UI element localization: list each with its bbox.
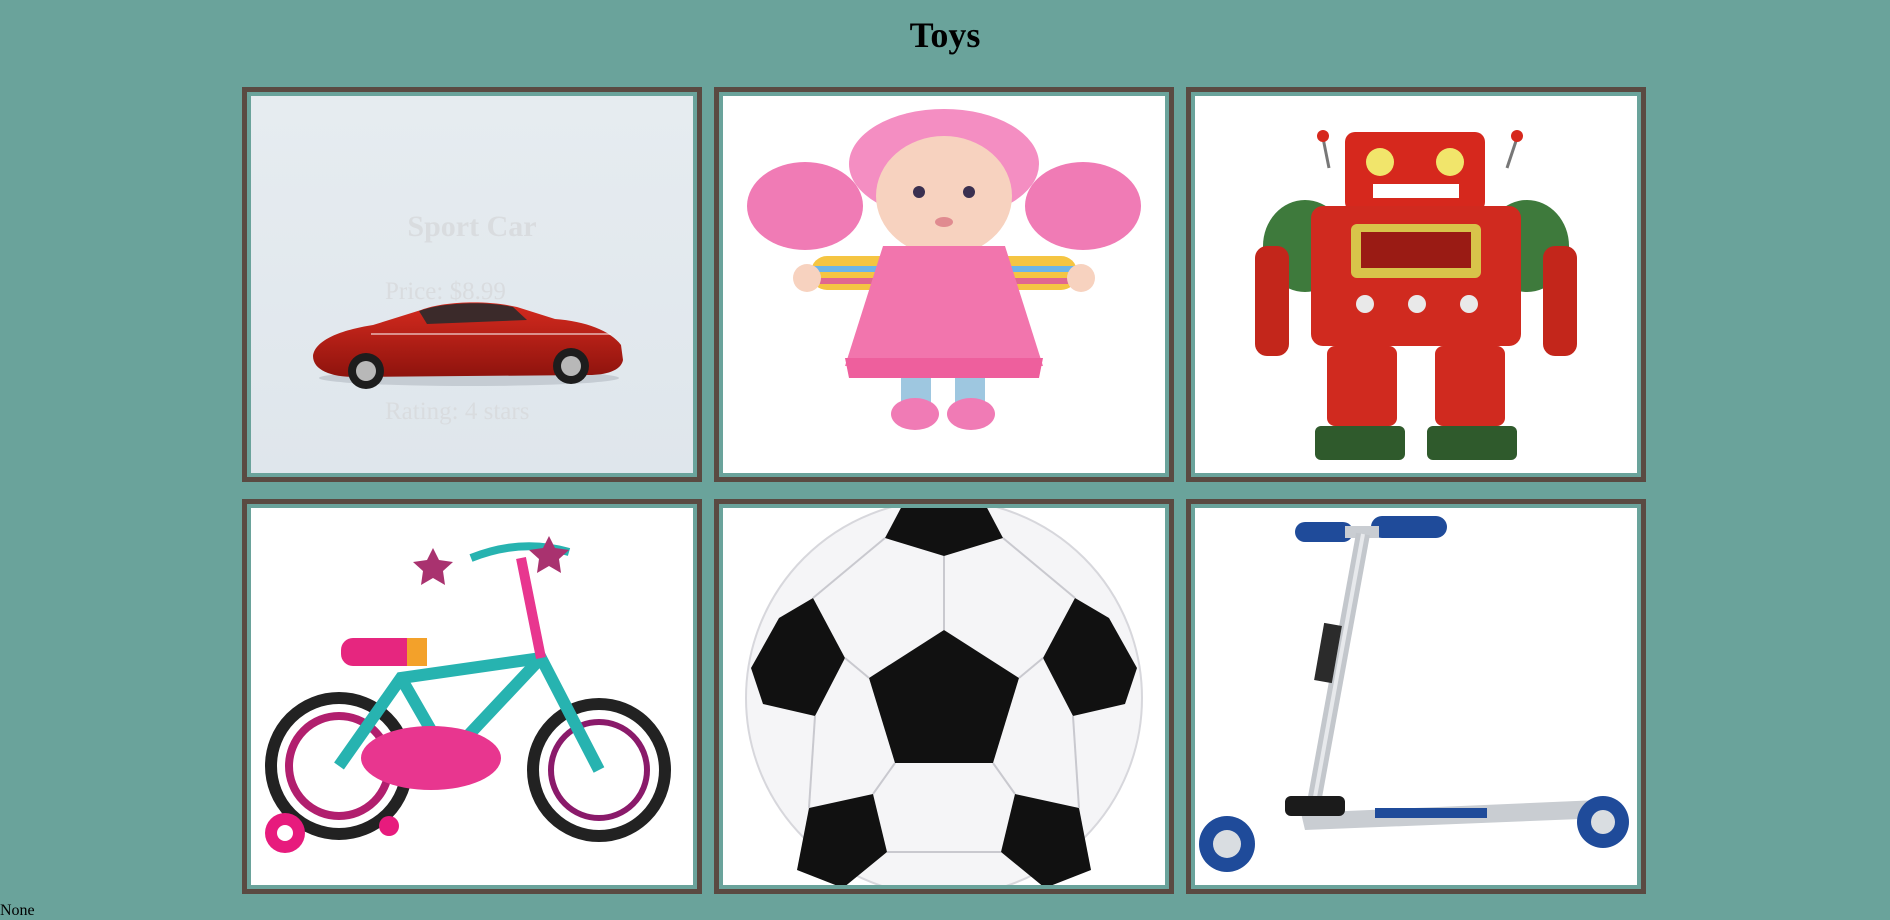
kids-bicycle-image xyxy=(251,508,693,885)
toy-name: Sport Car xyxy=(407,210,537,243)
pink-doll-image xyxy=(723,96,1165,473)
red-tin-robot-image xyxy=(1195,96,1637,473)
soccer-ball-image xyxy=(723,508,1165,885)
toy-card-content xyxy=(723,96,1165,473)
toy-card-bicycle[interactable] xyxy=(242,499,702,894)
toy-details-overlay: Sport Car Price: $8.99 Rating: 4 stars xyxy=(251,96,693,473)
kick-scooter-image xyxy=(1195,508,1637,885)
toy-card-content xyxy=(1195,508,1637,885)
toy-card-scooter[interactable] xyxy=(1186,499,1646,894)
page-title: Toys xyxy=(909,15,981,55)
toy-card-content xyxy=(1195,96,1637,473)
toy-card-doll[interactable] xyxy=(714,87,1174,482)
toy-card-soccer-ball[interactable] xyxy=(714,499,1174,894)
toy-card-content xyxy=(251,508,693,885)
toy-card-robot[interactable] xyxy=(1186,87,1646,482)
toy-card-content xyxy=(723,508,1165,885)
toy-card-content: Sport Car Price: $8.99 Rating: 4 stars xyxy=(251,96,693,473)
footer-text: None xyxy=(0,902,35,919)
toy-grid: Sport Car Price: $8.99 Rating: 4 stars xyxy=(242,87,1646,894)
toy-rating: Rating: 4 stars xyxy=(385,398,530,425)
toy-price: Price: $8.99 xyxy=(385,278,506,305)
toy-card-sport-car[interactable]: Sport Car Price: $8.99 Rating: 4 stars xyxy=(242,87,702,482)
